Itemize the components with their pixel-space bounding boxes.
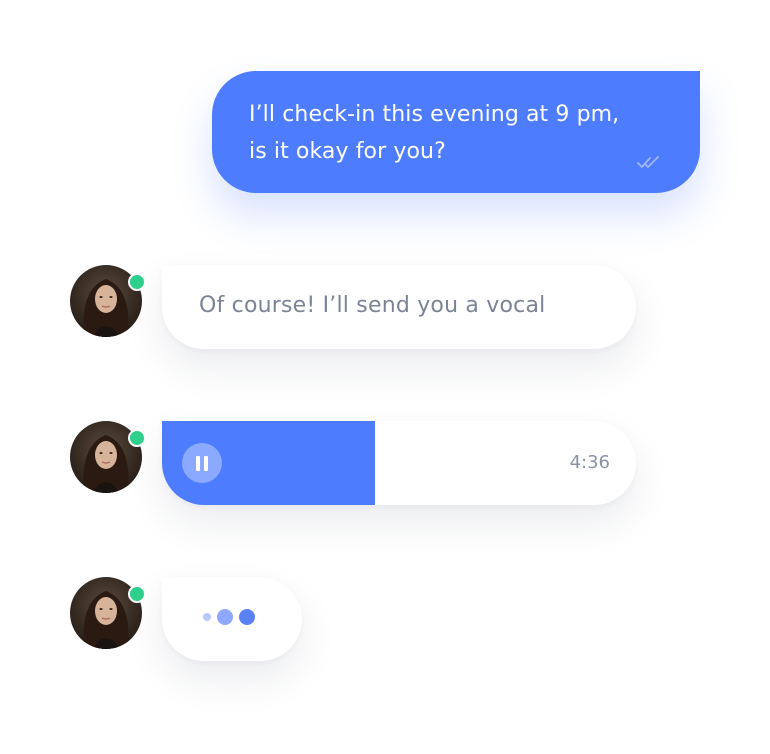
outgoing-message-bubble: I’ll check-in this evening at 9 pm, is i… [212,71,700,193]
avatar[interactable] [70,577,146,649]
voice-message-bubble[interactable]: 4:36 [162,421,636,505]
pause-button[interactable] [182,443,222,483]
outgoing-message-line-1: I’ll check-in this evening at 9 pm, [249,102,620,127]
double-check-icon [637,156,659,168]
typing-dot [217,609,233,625]
pause-icon-bar [204,455,208,471]
voice-duration: 4:36 [569,452,610,473]
typing-indicator-bubble [162,577,302,661]
pause-icon [196,455,200,471]
outgoing-message-text: I’ll check-in this evening at 9 pm, is i… [249,96,664,170]
outgoing-message-line-2: is it okay for you? [249,139,446,164]
incoming-message-bubble: Of course! I’ll send you a vocal [162,265,636,349]
typing-dot [203,613,211,621]
typing-dot [239,609,255,625]
typing-dots-icon [203,609,255,625]
chat-canvas: I’ll check-in this evening at 9 pm, is i… [0,0,770,754]
online-status-dot [128,585,146,603]
online-status-dot [128,273,146,291]
avatar[interactable] [70,421,146,493]
online-status-dot [128,429,146,447]
incoming-message-text: Of course! I’ll send you a vocal [199,293,546,318]
avatar[interactable] [70,265,146,337]
